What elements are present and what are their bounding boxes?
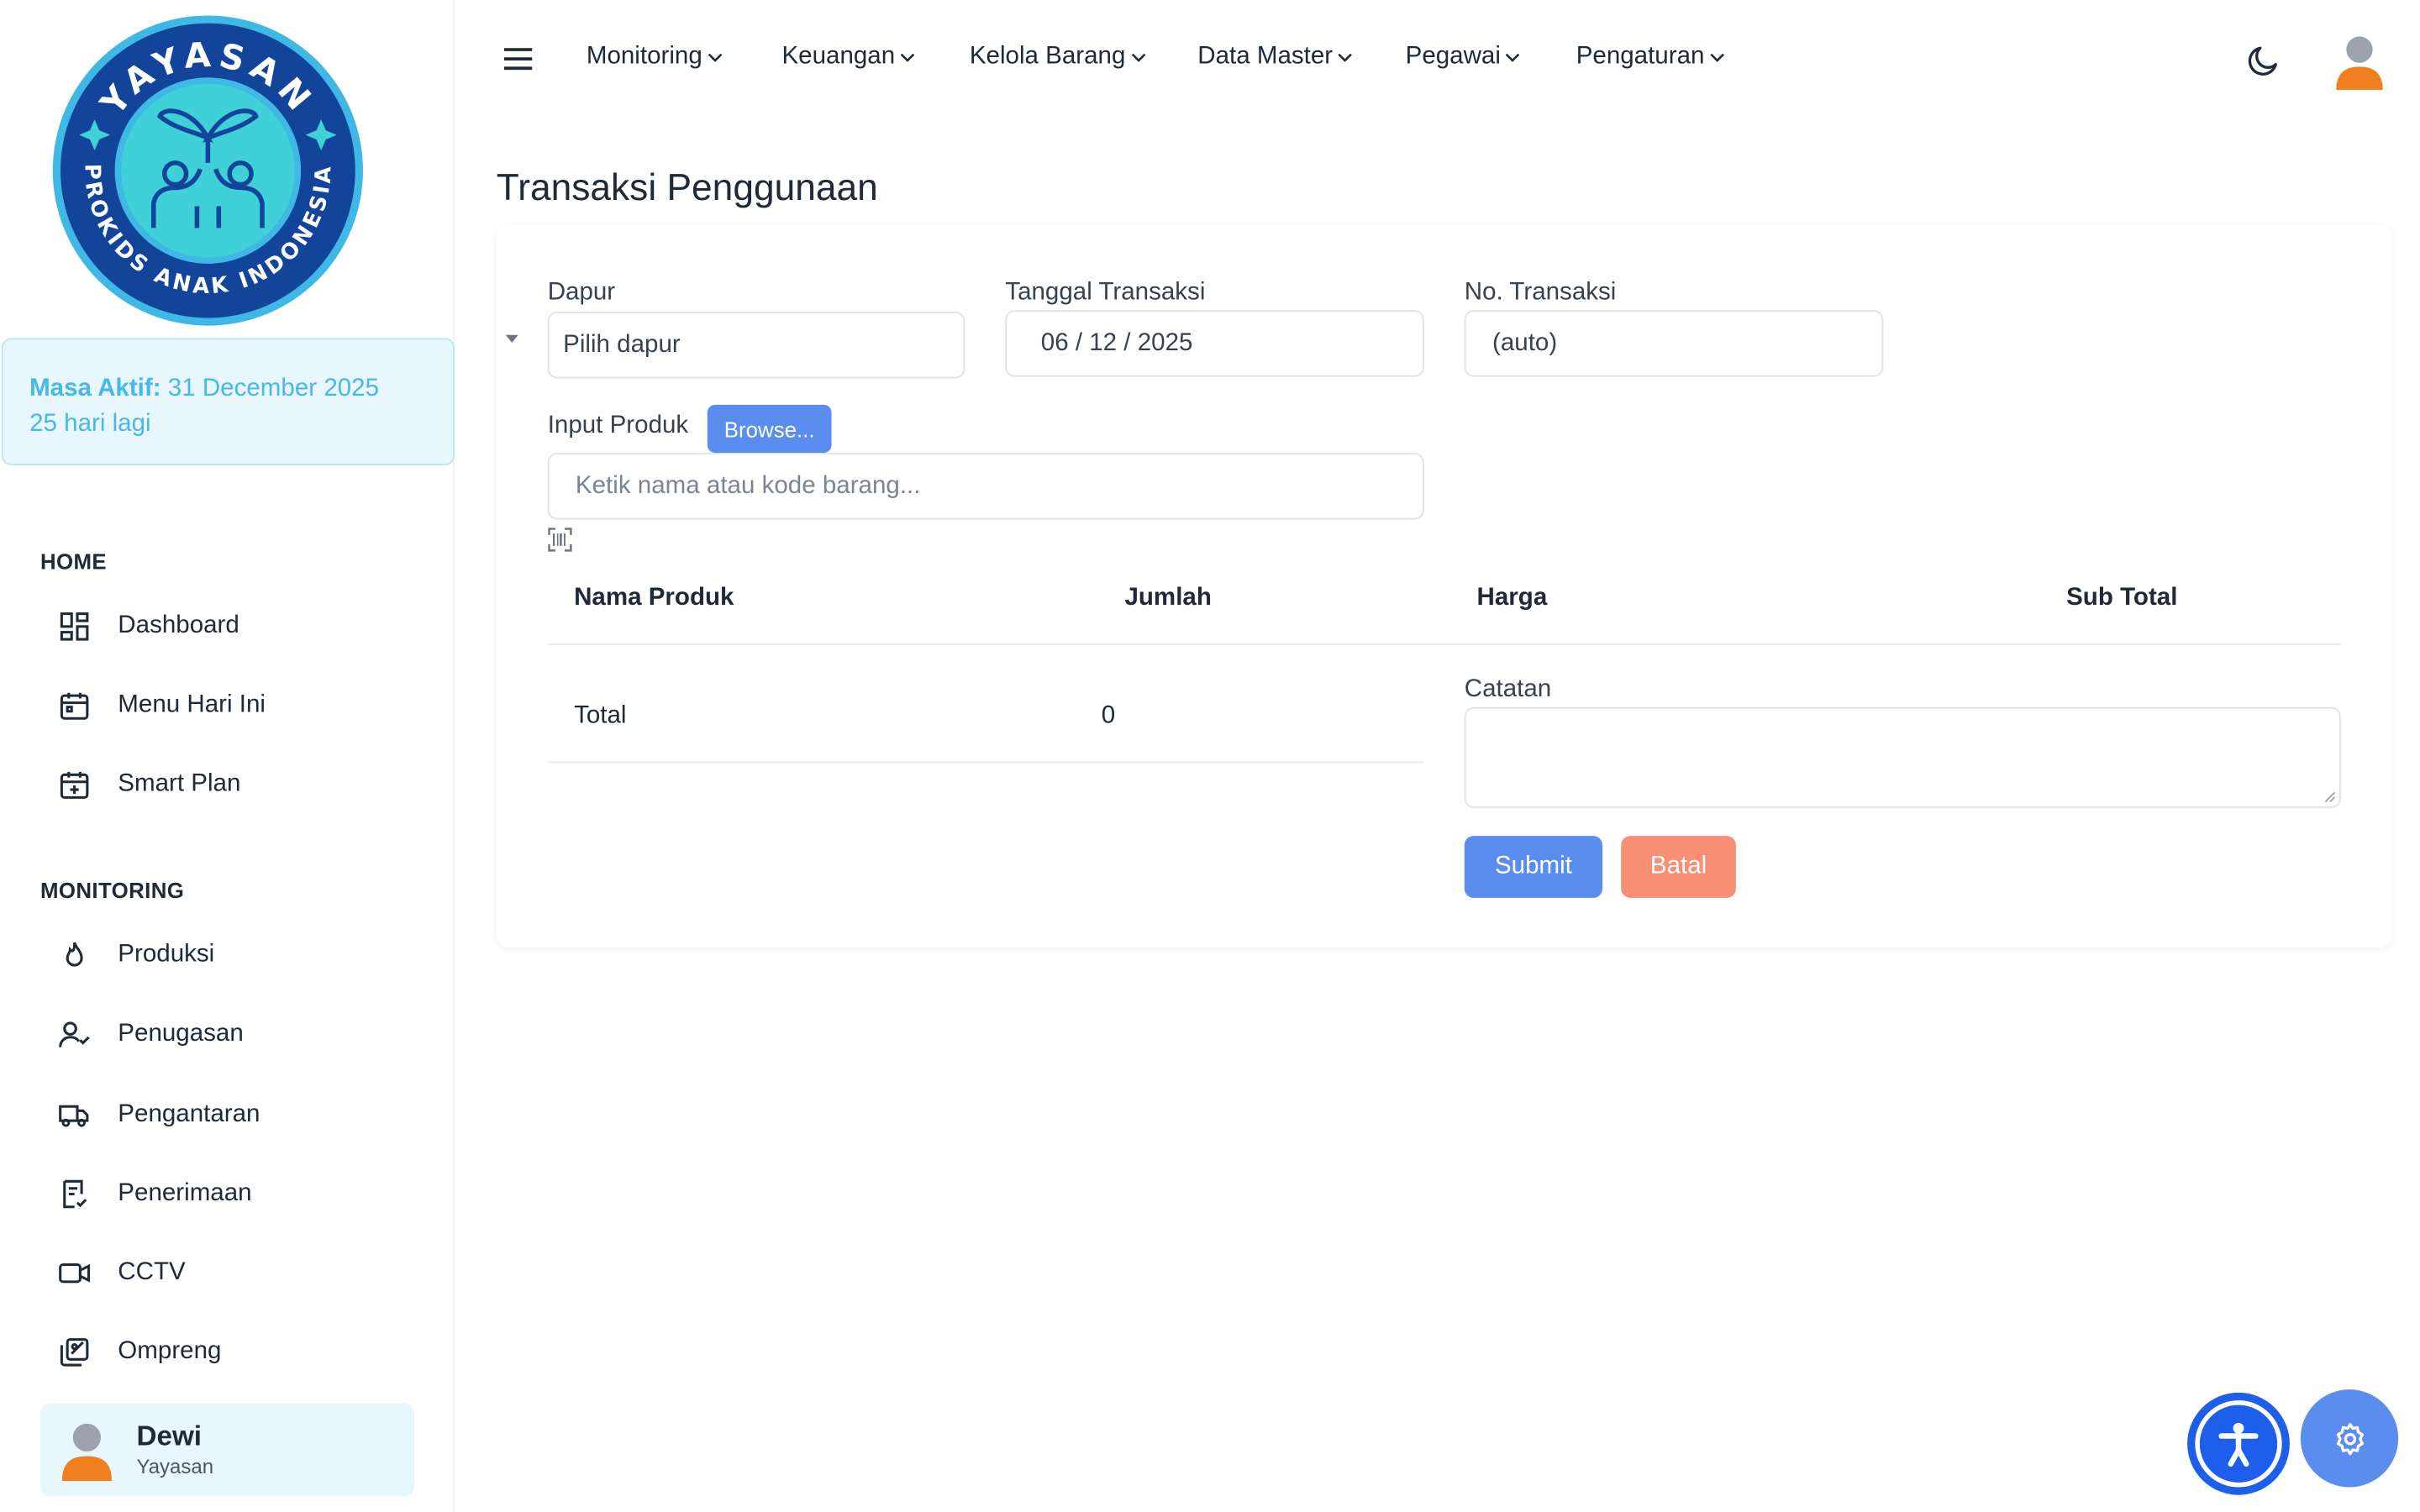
sidebar-item-produksi[interactable]: Produksi bbox=[40, 924, 413, 986]
product-search-input[interactable]: Ketik nama atau kode barang... bbox=[547, 453, 1424, 520]
accessibility-button[interactable] bbox=[2187, 1392, 2290, 1495]
column-header-jumlah: Jumlah bbox=[1124, 585, 1212, 612]
masa-aktif-label: Masa Aktif: bbox=[29, 375, 161, 402]
browse-button[interactable]: Browse... bbox=[707, 404, 832, 454]
app-root: YAYASAN PROKIDS ANAK INDONESIA Masa Akti… bbox=[0, 0, 2420, 1512]
sidebar-user-card[interactable]: Dewi Yayasan bbox=[40, 1403, 414, 1497]
submit-button[interactable]: Submit bbox=[1464, 836, 1603, 898]
tanggal-transaksi-value: 06 / 12 / 2025 bbox=[1040, 329, 1193, 356]
sidebar-item-label: Dashboard bbox=[118, 612, 239, 639]
section-title-home: HOME bbox=[40, 549, 108, 575]
no-transaksi-input: (auto) bbox=[1464, 310, 1884, 377]
table-divider bbox=[547, 643, 2341, 645]
chevron-down-icon bbox=[1338, 53, 1353, 62]
user-name: Dewi bbox=[136, 1420, 203, 1452]
resize-handle-icon[interactable] bbox=[2324, 791, 2337, 804]
topnav-pengaturan[interactable]: Pengaturan bbox=[1576, 40, 1725, 75]
tray-icon bbox=[55, 1334, 92, 1371]
total-label: Total bbox=[574, 702, 627, 729]
topnav-label: Kelola Barang bbox=[969, 43, 1126, 71]
dashboard-grid-icon bbox=[55, 608, 92, 645]
avatar bbox=[61, 1423, 112, 1482]
sidebar-item-label: Menu Hari Ini bbox=[118, 691, 266, 718]
user-role: Yayasan bbox=[136, 1454, 214, 1478]
topnav-label: Pengaturan bbox=[1576, 43, 1705, 71]
sidebar-item-label: Penugasan bbox=[118, 1020, 244, 1047]
sidebar-item-label: Ompreng bbox=[118, 1338, 222, 1365]
sidebar-item-label: CCTV bbox=[118, 1259, 186, 1286]
catatan-textarea[interactable] bbox=[1464, 706, 2341, 808]
cancel-button[interactable]: Batal bbox=[1621, 836, 1736, 898]
sidebar-item-penerimaan[interactable]: Penerimaan bbox=[40, 1163, 413, 1226]
accessibility-icon bbox=[2218, 1422, 2259, 1467]
chevron-down-icon bbox=[1506, 53, 1520, 62]
chevron-down-icon bbox=[1130, 53, 1145, 62]
topnav-label: Monitoring bbox=[586, 43, 702, 71]
topnav-kelola-barang[interactable]: Kelola Barang bbox=[970, 40, 1146, 75]
column-header-sub-total: Sub Total bbox=[2066, 585, 2178, 612]
topnav-keuangan[interactable]: Keuangan bbox=[781, 40, 915, 75]
topnav-pegawai[interactable]: Pegawai bbox=[1406, 40, 1521, 75]
sidebar-item-ompreng[interactable]: Ompreng bbox=[40, 1321, 413, 1383]
no-transaksi-value: (auto) bbox=[1492, 329, 1558, 356]
receipt-check-icon bbox=[55, 1175, 92, 1212]
chevron-down-icon bbox=[900, 53, 915, 62]
calendar-plus-icon bbox=[55, 766, 92, 803]
total-value: 0 bbox=[1101, 702, 1116, 729]
collapse-caret-icon[interactable] bbox=[505, 334, 518, 343]
menu-toggle-icon[interactable] bbox=[502, 44, 534, 75]
truck-icon bbox=[55, 1096, 92, 1133]
calendar-icon bbox=[55, 687, 92, 724]
topnav-label: Keuangan bbox=[781, 43, 896, 71]
column-header-nama-produk: Nama Produk bbox=[574, 585, 734, 612]
sidebar-item-label: Penerimaan bbox=[118, 1179, 252, 1207]
sidebar-item-menu-hari-ini[interactable]: Menu Hari Ini bbox=[40, 675, 413, 737]
video-icon bbox=[55, 1255, 92, 1292]
yayasan-logo: YAYASAN PROKIDS ANAK INDONESIA bbox=[52, 15, 364, 326]
product-search-placeholder: Ketik nama atau kode barang... bbox=[575, 472, 921, 499]
user-check-icon bbox=[55, 1016, 92, 1053]
masa-aktif-banner: Masa Aktif: 31 December 2025 25 hari lag… bbox=[1, 338, 455, 465]
tanggal-transaksi-label: Tanggal Transaksi bbox=[1005, 279, 1206, 306]
masa-aktif-remaining: 25 hari lagi bbox=[29, 411, 151, 438]
total-divider bbox=[547, 761, 1424, 764]
barcode-scan-icon[interactable] bbox=[548, 528, 573, 553]
input-produk-label: Input Produk bbox=[547, 412, 689, 439]
flame-icon bbox=[55, 937, 92, 974]
dapur-label: Dapur bbox=[547, 279, 616, 306]
dapur-select-value: Pilih dapur bbox=[563, 331, 681, 358]
gear-icon bbox=[2335, 1422, 2364, 1455]
topnav-label: Data Master bbox=[1197, 43, 1334, 71]
dark-mode-moon-icon[interactable] bbox=[2244, 42, 2281, 79]
sidebar-item-smart-plan[interactable]: Smart Plan bbox=[40, 753, 413, 816]
chevron-down-icon bbox=[1709, 53, 1724, 62]
sidebar-item-pengantaran[interactable]: Pengantaran bbox=[40, 1084, 413, 1146]
sidebar-item-label: Produksi bbox=[118, 941, 215, 968]
user-avatar-icon[interactable] bbox=[2334, 34, 2384, 91]
sidebar-item-label: Smart Plan bbox=[118, 770, 241, 797]
sidebar-item-cctv[interactable]: CCTV bbox=[40, 1242, 413, 1305]
tanggal-transaksi-input[interactable]: 06 / 12 / 2025 bbox=[1005, 310, 1424, 377]
topnav-monitoring[interactable]: Monitoring bbox=[587, 40, 723, 75]
sidebar-item-dashboard[interactable]: Dashboard bbox=[40, 596, 413, 658]
column-header-harga: Harga bbox=[1476, 585, 1548, 612]
section-title-monitoring: MONITORING bbox=[40, 877, 185, 903]
catatan-label: Catatan bbox=[1464, 675, 1552, 703]
masa-aktif-date: 31 December 2025 bbox=[167, 375, 380, 402]
sidebar-item-penugasan[interactable]: Penugasan bbox=[40, 1003, 413, 1065]
topnav-data-master[interactable]: Data Master bbox=[1197, 40, 1353, 75]
page-title: Transaksi Penggunaan bbox=[496, 167, 878, 210]
no-transaksi-label: No. Transaksi bbox=[1464, 279, 1617, 306]
sidebar-item-label: Pengantaran bbox=[118, 1100, 260, 1128]
topnav-label: Pegawai bbox=[1405, 43, 1501, 71]
settings-button[interactable] bbox=[2300, 1389, 2399, 1488]
dapur-select[interactable]: Pilih dapur bbox=[547, 312, 965, 379]
chevron-down-icon bbox=[708, 53, 722, 62]
sidebar: YAYASAN PROKIDS ANAK INDONESIA Masa Akti… bbox=[0, 0, 455, 1512]
